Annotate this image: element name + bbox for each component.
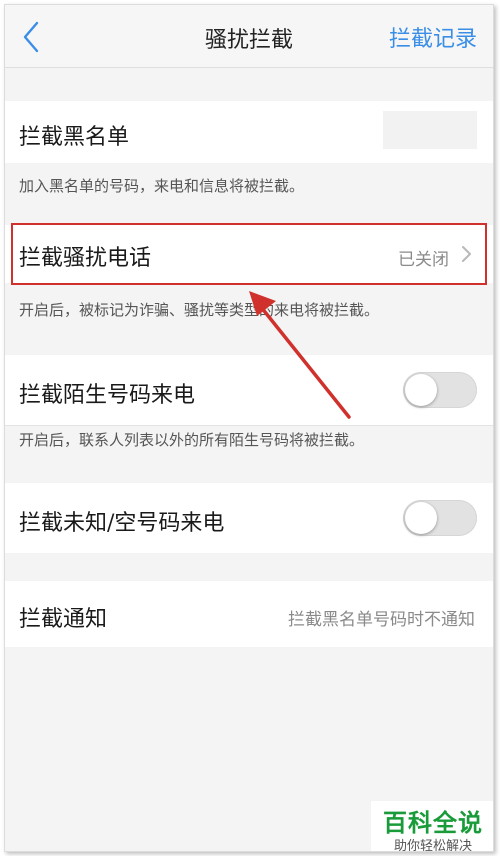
notification-setting-value: 拦截黑名单号码时不通知 — [288, 610, 475, 630]
harassment-calls-status: 已关闭 — [398, 250, 449, 270]
notification-row[interactable]: 拦截通知 拦截黑名单号码时不通知 — [5, 581, 493, 647]
harassment-calls-row[interactable]: 拦截骚扰电话 已关闭 — [5, 225, 493, 283]
watermark-title: 百科全说 — [383, 809, 483, 837]
unknown-calls-label: 拦截未知/空号码来电 — [19, 511, 225, 536]
phone-screen: 骚扰拦截 拦截记录 拦截黑名单 加入黑名单的号码，来电和信息将被拦截。 拦截骚扰… — [4, 4, 494, 852]
stranger-calls-toggle[interactable] — [403, 372, 477, 408]
unknown-calls-row: 拦截未知/空号码来电 — [5, 483, 493, 553]
intercept-records-button[interactable]: 拦截记录 — [389, 21, 477, 53]
unknown-calls-toggle[interactable] — [403, 500, 477, 536]
notification-label: 拦截通知 — [19, 607, 108, 632]
stranger-calls-row: 拦截陌生号码来电 — [5, 355, 493, 425]
stranger-calls-description: 开启后，联系人列表以外的所有陌生号码将被拦截。 — [19, 431, 365, 449]
harassment-calls-label: 拦截骚扰电话 — [19, 246, 152, 271]
chevron-right-icon — [462, 246, 471, 262]
watermark-subtitle: 助你轻松解决 — [393, 839, 472, 852]
toggle-knob — [405, 374, 437, 406]
blacklist-description: 加入黑名单的号码，来电和信息将被拦截。 — [19, 177, 305, 195]
harassment-calls-description: 开启后，被标记为诈骗、骚扰等类型的来电将被拦截。 — [19, 301, 380, 319]
blacklist-count-box — [383, 111, 477, 149]
blacklist-label: 拦截黑名单 — [19, 125, 130, 150]
watermark-logo: 百科全说 助你轻松解决 — [371, 801, 493, 852]
navigation-bar: 骚扰拦截 拦截记录 — [5, 5, 493, 68]
stranger-calls-label: 拦截陌生号码来电 — [19, 383, 196, 408]
divider — [5, 425, 493, 426]
toggle-knob — [405, 502, 437, 534]
blacklist-row[interactable]: 拦截黑名单 — [5, 101, 493, 163]
